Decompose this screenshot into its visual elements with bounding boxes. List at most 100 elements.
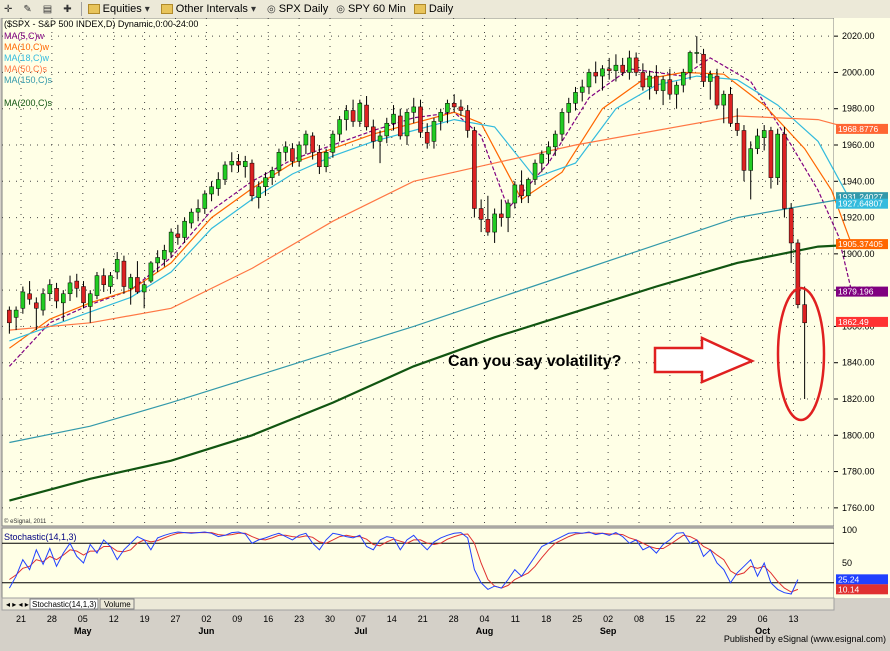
candle-up <box>755 135 760 149</box>
candle-down <box>741 130 747 171</box>
x-tick-label: 21 <box>16 614 26 624</box>
candle-up <box>445 103 450 113</box>
candle-up <box>168 231 174 253</box>
candle-up <box>40 293 46 311</box>
candle-down <box>485 219 491 233</box>
candle-down <box>633 57 639 73</box>
x-tick-label: 18 <box>541 614 551 624</box>
candle-up <box>532 162 538 180</box>
tab-scroll-arrows[interactable]: ◂ ▸ ◂ ▸ <box>6 600 29 609</box>
candle-down <box>424 132 430 144</box>
candle-up <box>87 293 93 307</box>
candle-up <box>195 208 201 213</box>
candle-up <box>269 170 275 178</box>
candle-up <box>775 133 780 178</box>
print-button[interactable]: ▤ <box>39 0 59 18</box>
candle-up <box>182 220 187 238</box>
candle-down <box>175 233 181 238</box>
chart-link-icon: ◎ <box>266 3 276 15</box>
price-label-text: 1968.8776 <box>838 124 878 134</box>
stochastic-d-value: 10.14 <box>838 584 860 594</box>
candle-down <box>714 75 720 106</box>
price-chart[interactable]: 1760.001780.001800.001820.001840.001860.… <box>0 17 890 646</box>
candle-down <box>290 148 295 162</box>
x-month-label: Jun <box>198 626 214 636</box>
x-tick-label: 15 <box>665 614 675 624</box>
candle-down <box>7 309 12 324</box>
tab-volume-label: Volume <box>104 600 131 609</box>
candle-down <box>667 79 673 95</box>
candle-up <box>411 106 417 113</box>
x-tick-label: 09 <box>232 614 242 624</box>
candle-up <box>242 161 248 168</box>
x-tick-label: 23 <box>294 614 304 624</box>
candle-down <box>249 162 255 197</box>
y-tick-label: 1940.00 <box>842 176 875 186</box>
candle-down <box>371 126 376 142</box>
y-tick-label: 1780.00 <box>842 467 875 477</box>
folder-icon <box>87 4 100 14</box>
candle-up <box>330 133 336 153</box>
candle-up <box>539 153 545 164</box>
x-tick-label: 19 <box>140 614 150 624</box>
candle-up <box>579 86 585 93</box>
candle-up <box>128 277 133 289</box>
candle-up <box>256 186 262 198</box>
draw-tool-button[interactable]: ✎ <box>19 0 38 18</box>
candle-up <box>61 293 66 304</box>
candle-down <box>795 242 801 305</box>
toolbar-equities[interactable]: Equities ▾ <box>84 0 157 18</box>
candle-up <box>748 148 753 171</box>
candle-up <box>674 84 679 95</box>
x-tick-label: 07 <box>356 614 366 624</box>
toolbar-spy-60-min[interactable]: ◎ SPY 60 Min <box>332 0 410 18</box>
stochastic-k-value: 25.24 <box>838 574 860 584</box>
toolbar-spx-daily[interactable]: ◎ SPX Daily <box>263 0 332 18</box>
folder-icon <box>413 4 426 14</box>
candle-up <box>761 130 767 138</box>
price-label-text: 1905.37405 <box>838 239 883 249</box>
candle-down <box>34 302 39 309</box>
candle-up <box>202 193 208 209</box>
annotation-text: Can you say volatility? <box>448 353 621 370</box>
candle-up <box>647 75 652 88</box>
candle-down <box>519 184 524 197</box>
crosshair-icon: ✛ <box>4 3 13 15</box>
stochastic-panel <box>1 527 835 599</box>
candle-up <box>303 133 309 146</box>
candle-up <box>13 309 19 318</box>
toolbar-other-intervals[interactable]: Other Intervals ▾ <box>157 0 263 18</box>
y-tick-label: 1800.00 <box>842 430 875 440</box>
candle-up <box>283 146 288 153</box>
x-month-label: Sep <box>600 626 617 636</box>
candle-down <box>734 122 740 131</box>
candle-up <box>229 161 235 166</box>
candle-up <box>559 112 565 135</box>
candle-up <box>216 179 221 189</box>
x-tick-label: 25 <box>572 614 582 624</box>
toolbar-daily[interactable]: Daily <box>410 0 457 18</box>
toolbar: ✛ ✎ ▤ ✚ Equities ▾ Other Intervals ▾ ◎ SPX … <box>0 0 890 19</box>
candle-up <box>384 122 390 137</box>
crosshair-tool-button[interactable]: ✛ <box>0 0 19 18</box>
candle-down <box>768 130 774 178</box>
candle-up <box>189 211 194 224</box>
candle-up <box>492 213 497 233</box>
chart-window: 1760.001780.001800.001820.001840.001860.… <box>0 17 890 646</box>
x-tick-label: 14 <box>387 614 397 624</box>
x-tick-label: 22 <box>696 614 706 624</box>
candle-up <box>323 152 329 168</box>
x-tick-label: 13 <box>788 614 798 624</box>
candle-up <box>546 146 551 155</box>
y-tick-label: 1960.00 <box>842 140 875 150</box>
candle-down <box>397 115 403 137</box>
chart-link-icon: ◎ <box>336 3 345 15</box>
x-tick-label: 02 <box>603 614 613 624</box>
add-button[interactable]: ✚ <box>59 0 78 18</box>
candle-down <box>802 304 807 324</box>
x-tick-label: 28 <box>449 614 459 624</box>
candle-down <box>135 277 140 293</box>
x-tick-label: 04 <box>479 614 489 624</box>
candle-down <box>782 133 787 209</box>
x-month-label: Aug <box>476 626 494 636</box>
